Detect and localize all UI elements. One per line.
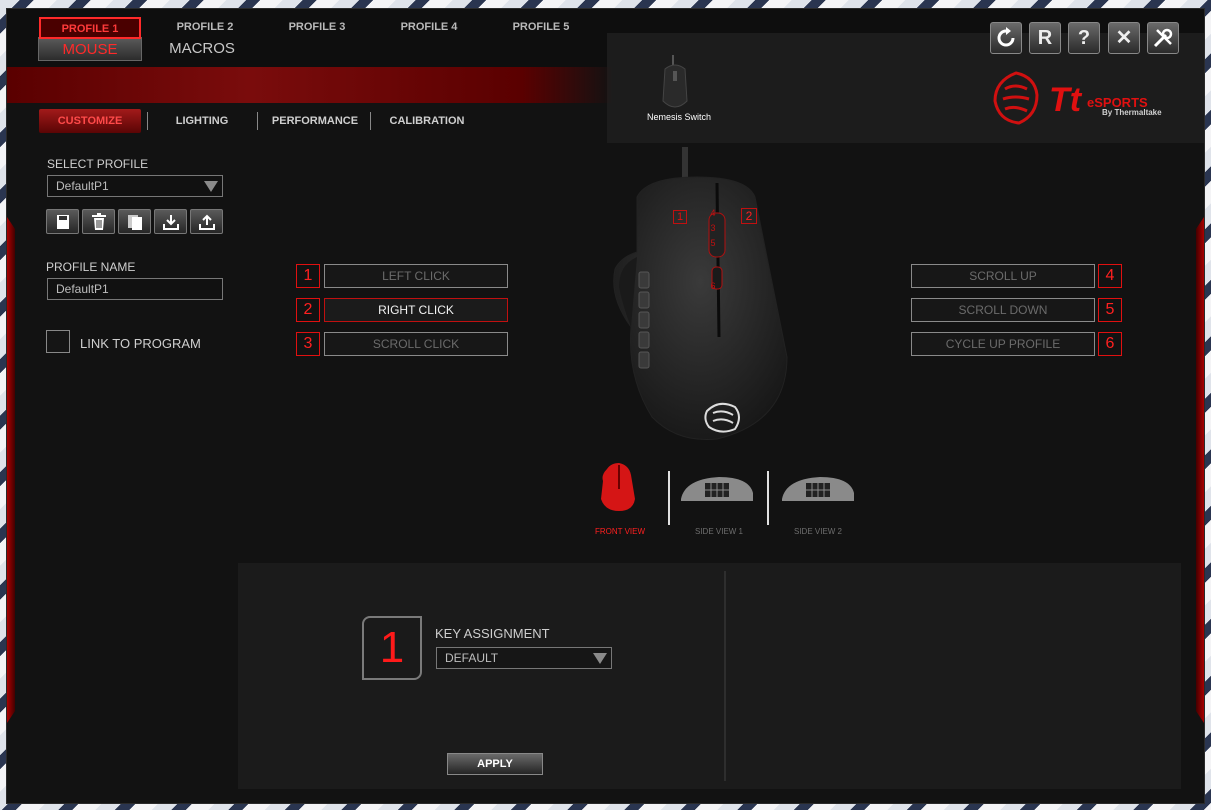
panel-divider	[724, 571, 726, 781]
scroll-up-button[interactable]: SCROLL UP	[911, 264, 1095, 288]
front-view-icon[interactable]	[597, 461, 637, 513]
tab-divider	[257, 112, 258, 130]
mouse-marker-3[interactable]: 3	[707, 222, 719, 234]
link-to-program-label: LINK TO PROGRAM	[80, 336, 201, 351]
chevron-down-icon	[593, 653, 607, 664]
chevron-down-icon	[204, 181, 218, 192]
mouse-marker-1[interactable]: 1	[673, 210, 687, 224]
reset-icon[interactable]: R	[1029, 22, 1061, 54]
select-profile-label: SELECT PROFILE	[47, 157, 149, 171]
device-thumbnail	[662, 55, 688, 108]
tab-profile-1[interactable]: PROFILE 1	[39, 17, 141, 39]
tiger-logo-icon	[993, 71, 1039, 125]
link-to-program-checkbox[interactable]	[46, 330, 70, 353]
tab-calibration[interactable]: CALIBRATION	[379, 109, 475, 133]
device-name: Nemesis Switch	[646, 112, 711, 122]
tab-lighting[interactable]: LIGHTING	[157, 109, 247, 133]
export-icon[interactable]	[190, 209, 223, 234]
button-number-1: 1	[296, 264, 320, 288]
key-assignment-dropdown[interactable]: DEFAULT	[436, 647, 612, 669]
import-icon[interactable]	[154, 209, 187, 234]
apply-button[interactable]: APPLY	[447, 753, 543, 775]
mouse-marker-6[interactable]: 6	[707, 280, 719, 292]
brand-tagline: By Thermaltake	[1102, 108, 1162, 117]
side-view-2-icon[interactable]	[780, 475, 856, 503]
profile-bar	[7, 67, 613, 103]
help-icon[interactable]: ?	[1068, 22, 1100, 54]
brand-logo-text: Tt	[1049, 81, 1082, 119]
left-click-button[interactable]: LEFT CLICK	[324, 264, 508, 288]
side-view-2-label[interactable]: SIDE VIEW 2	[768, 527, 868, 536]
button-number-2: 2	[296, 298, 320, 322]
tab-profile-4[interactable]: PROFILE 4	[379, 17, 479, 39]
tab-profile-2[interactable]: PROFILE 2	[155, 17, 255, 39]
select-profile-dropdown[interactable]: DefaultP1	[47, 175, 223, 197]
mouse-marker-5[interactable]: 5	[707, 237, 719, 249]
app-window: MOUSE MACROS R ? ✕ Nemesis Switch Tt eSP…	[6, 8, 1205, 804]
right-accent-bar	[1196, 217, 1204, 723]
delete-icon[interactable]	[82, 209, 115, 234]
tab-mouse[interactable]: MOUSE	[38, 37, 142, 61]
left-accent-bar	[7, 217, 15, 723]
key-assignment-value: DEFAULT	[445, 651, 499, 665]
profile-name-input[interactable]: DefaultP1	[47, 278, 223, 300]
front-view-label[interactable]: FRONT VIEW	[570, 527, 670, 536]
copy-icon[interactable]	[118, 209, 151, 234]
mouse-marker-2[interactable]: 2	[741, 208, 757, 224]
close-icon[interactable]: ✕	[1108, 22, 1140, 54]
right-click-button[interactable]: RIGHT CLICK	[324, 298, 508, 322]
view-divider	[767, 471, 769, 525]
key-assignment-label: KEY ASSIGNMENT	[435, 626, 550, 641]
selected-key-number: 1	[362, 616, 422, 680]
cycle-up-profile-button[interactable]: CYCLE UP PROFILE	[911, 332, 1095, 356]
refresh-icon[interactable]	[990, 22, 1022, 54]
tab-divider	[147, 112, 148, 130]
select-profile-value: DefaultP1	[56, 179, 109, 193]
profile-name-label: PROFILE NAME	[46, 260, 136, 274]
scroll-click-button[interactable]: SCROLL CLICK	[324, 332, 508, 356]
tab-customize[interactable]: CUSTOMIZE	[39, 109, 141, 133]
tab-profile-5[interactable]: PROFILE 5	[491, 17, 591, 39]
tab-macros[interactable]: MACROS	[157, 37, 247, 61]
scroll-down-button[interactable]: SCROLL DOWN	[911, 298, 1095, 322]
tab-profile-3[interactable]: PROFILE 3	[267, 17, 367, 39]
side-view-1-label[interactable]: SIDE VIEW 1	[669, 527, 769, 536]
tab-divider	[370, 112, 371, 130]
mouse-front-view	[613, 147, 788, 441]
save-icon[interactable]	[46, 209, 79, 234]
button-number-6: 6	[1098, 332, 1122, 356]
view-divider	[668, 471, 670, 525]
button-number-5: 5	[1098, 298, 1122, 322]
mouse-marker-4[interactable]: 4	[707, 207, 719, 219]
settings-tools-icon[interactable]	[1147, 22, 1179, 54]
button-number-3: 3	[296, 332, 320, 356]
side-view-1-icon[interactable]	[679, 475, 755, 503]
tab-performance[interactable]: PERFORMANCE	[265, 109, 365, 133]
button-number-4: 4	[1098, 264, 1122, 288]
